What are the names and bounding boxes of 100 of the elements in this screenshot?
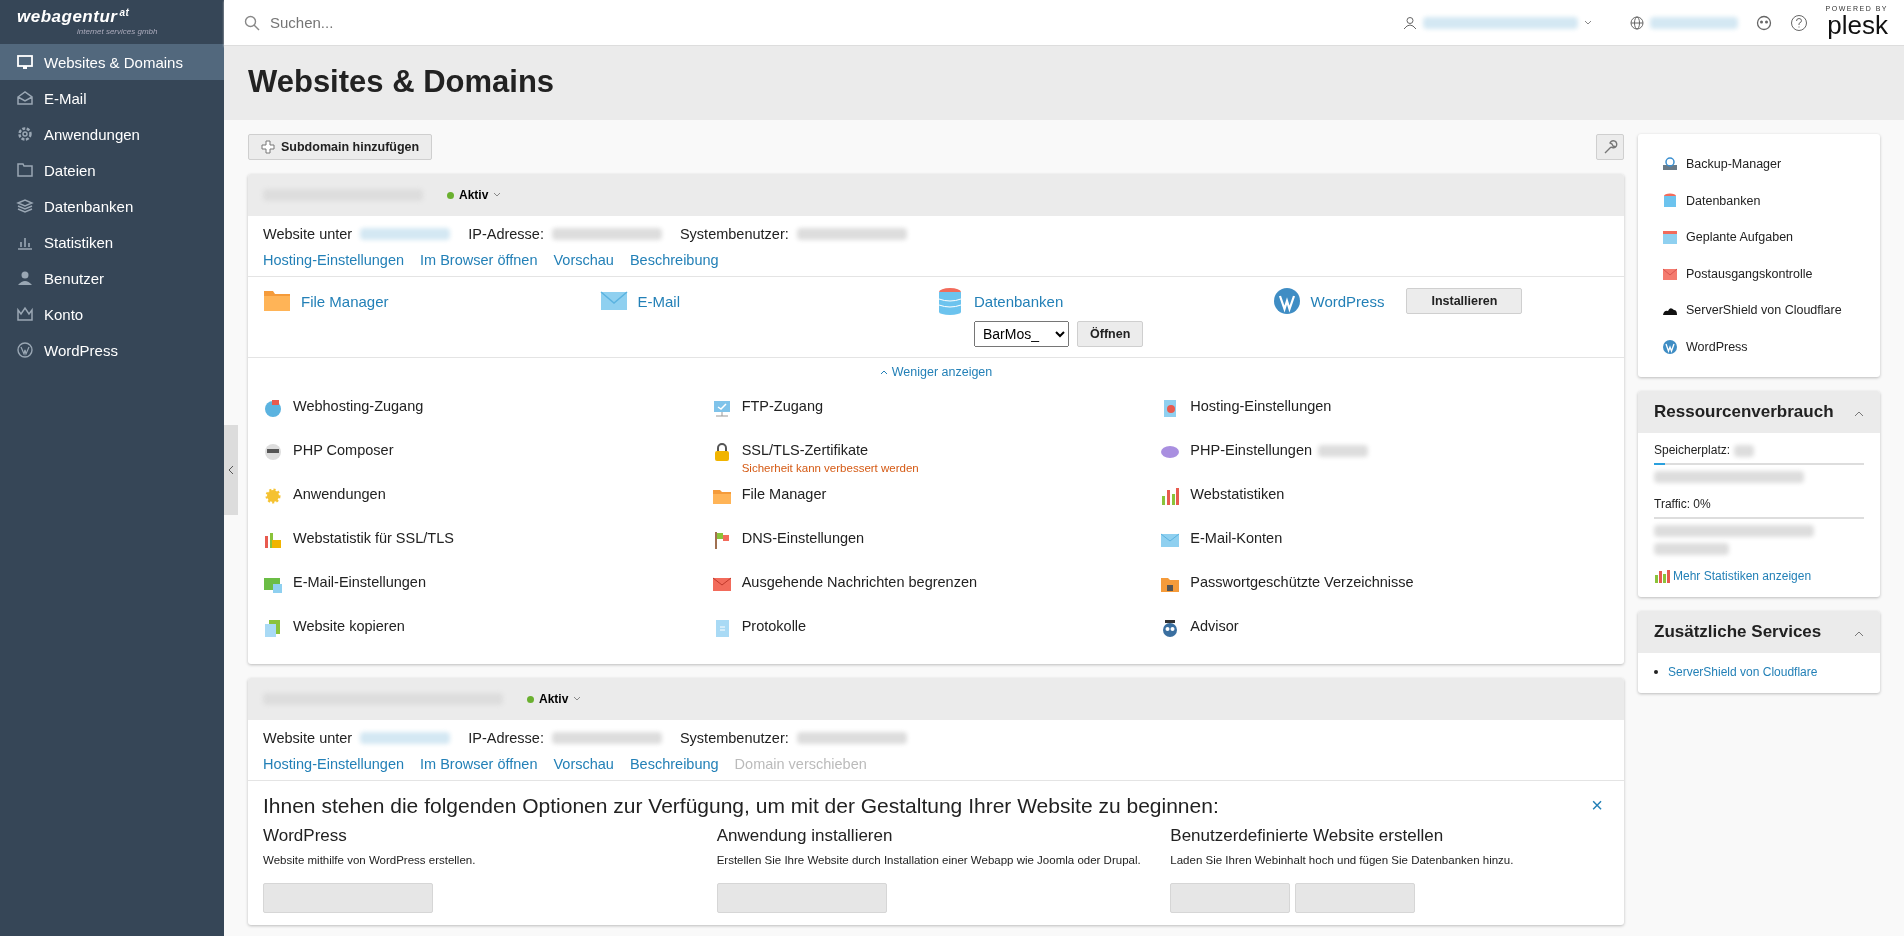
logo-text: webagentur	[17, 8, 118, 25]
options-heading: Ihnen stehen die folgenden Optionen zur Verfügung, um mit der Gestaltung Ihrer Website zu beginnen:	[263, 793, 1219, 818]
crown-icon	[16, 305, 34, 323]
sidebar-item[interactable]: Datenbanken	[0, 188, 224, 224]
option-description: Website mithilfe von WordPress erstellen.	[263, 853, 477, 868]
tool-link[interactable]: Ausgehende Nachrichten begrenzen	[741, 574, 978, 590]
calendar-icon	[1662, 229, 1678, 246]
tool-link[interactable]: E-Mail-Konten	[1190, 530, 1283, 546]
domain-link[interactable]: Vorschau	[553, 252, 614, 268]
domain-link[interactable]: Hosting-Einstellungen	[263, 756, 405, 772]
status-dropdown[interactable]: Aktiv	[441, 187, 508, 203]
tool-link[interactable]: Advisor	[1190, 618, 1239, 634]
sidebar-item[interactable]: Benutzer	[0, 260, 224, 296]
database-icon	[1662, 192, 1678, 209]
app-link[interactable]: File Manager	[301, 292, 389, 310]
database-select[interactable]: BarMos_	[974, 321, 1069, 347]
monitor-icon	[16, 53, 34, 71]
bullet-icon	[1654, 670, 1658, 674]
monitor-check-icon	[711, 398, 732, 418]
tools-button[interactable]	[1596, 134, 1624, 160]
caret-icon[interactable]	[1583, 19, 1592, 26]
add-subdomain-button[interactable]: Subdomain hinzufügen	[248, 134, 433, 160]
sidebar-item[interactable]: Konto	[0, 296, 224, 332]
option-description: Erstellen Sie Ihre Website durch Installation einer Webapp wie Joomla oder Drupal.	[716, 853, 1142, 868]
quick-link[interactable]: Datenbanken	[1662, 182, 1880, 219]
tool-link[interactable]: E-Mail-Einstellungen	[293, 574, 426, 590]
tool-link[interactable]: Protokolle	[741, 618, 807, 634]
tool-link[interactable]: File Manager	[741, 486, 827, 502]
open-button[interactable]: Öffnen	[1077, 321, 1144, 347]
info-label: Website unter	[263, 226, 353, 242]
search-icon	[244, 14, 260, 31]
close-button[interactable]: ×	[1585, 793, 1609, 818]
tool-link[interactable]: Passwortgeschützte Verzeichnisse	[1190, 574, 1414, 590]
tool-link[interactable]: SSL/TLS-Zertifikate	[741, 442, 869, 458]
logo-tagline: internet services gmbh	[77, 27, 159, 36]
quick-link[interactable]: ServerShield von Cloudflare	[1662, 292, 1880, 329]
globe-flag-icon	[263, 398, 283, 418]
help-icon[interactable]	[1789, 13, 1808, 32]
tool-link[interactable]: Anwendungen	[293, 486, 386, 502]
chevron-icon	[1854, 630, 1864, 637]
plus-icon	[261, 140, 275, 154]
app-link[interactable]: Datenbanken	[974, 292, 1064, 310]
caret-icon	[573, 696, 582, 702]
status-dropdown[interactable]: Aktiv	[521, 691, 588, 707]
sidebar-item[interactable]: Dateien	[0, 152, 224, 188]
sidebar-item[interactable]: Websites & Domains	[0, 44, 224, 80]
sidebar-item[interactable]: WordPress	[0, 332, 224, 368]
domain-link[interactable]: Beschreibung	[629, 252, 719, 268]
sidebar-item[interactable]: Statistiken	[0, 224, 224, 260]
database-icon	[936, 287, 964, 315]
chevron-icon	[879, 369, 888, 375]
bar-chart-icon	[1160, 486, 1181, 506]
tool-link[interactable]: PHP Composer	[293, 442, 394, 458]
domain-link[interactable]: Beschreibung	[629, 756, 719, 772]
tool-link[interactable]: DNS-Einstellungen	[741, 530, 865, 546]
blurred-text	[1734, 444, 1755, 457]
option-title: WordPress	[263, 826, 348, 846]
domain-link[interactable]: Im Browser öffnen	[420, 756, 538, 772]
mask-icon[interactable]	[1755, 14, 1772, 31]
wordpress-icon	[16, 341, 34, 359]
service-link[interactable]: ServerShield von Cloudflare	[1668, 665, 1818, 679]
tool-link[interactable]: Webhosting-Zugang	[293, 398, 424, 414]
tool-link[interactable]: Webstatistik für SSL/TLS	[293, 530, 454, 546]
chevron-icon	[1854, 410, 1864, 417]
person-icon	[16, 269, 34, 287]
domain-link[interactable]: Im Browser öffnen	[420, 252, 538, 268]
envelope-icon	[16, 89, 34, 107]
app-link[interactable]: WordPress	[1310, 292, 1385, 310]
tool-link[interactable]: PHP-Einstellungen	[1190, 442, 1313, 458]
domain-link[interactable]: Hosting-Einstellungen	[263, 252, 405, 268]
quick-link[interactable]: Postausgangskontrolle	[1662, 255, 1880, 292]
bar-chart-icon	[1654, 569, 1670, 583]
hard-drive-icon	[1662, 156, 1678, 173]
tool-link[interactable]: Website kopieren	[293, 618, 405, 634]
tool-link[interactable]: FTP-Zugang	[741, 398, 824, 414]
tool-link[interactable]: Webstatistiken	[1190, 486, 1285, 502]
tool-link[interactable]: Hosting-Einstellungen	[1190, 398, 1332, 414]
page-title: Websites & Domains	[248, 64, 556, 100]
user-icon	[1402, 15, 1417, 30]
quick-link[interactable]: Backup-Manager	[1662, 146, 1880, 183]
folder-icon	[16, 161, 34, 179]
quick-link[interactable]: WordPress	[1662, 328, 1880, 365]
domain-link[interactable]: Vorschau	[553, 756, 614, 772]
install-button[interactable]: Installieren	[1406, 288, 1523, 314]
wrench-icon	[1602, 139, 1618, 155]
info-label: Website unter	[263, 730, 353, 746]
sidebar-collapse-handle[interactable]	[224, 425, 238, 515]
chart-lock-icon	[263, 530, 283, 550]
layers-icon	[16, 197, 34, 215]
app-link[interactable]: E-Mail	[637, 292, 680, 310]
disk-usage-label: Speicherplatz:	[1654, 443, 1731, 457]
globe-icon[interactable]	[1629, 15, 1644, 30]
show-less-toggle[interactable]: Weniger anzeigen	[873, 364, 999, 380]
wordpress-icon	[1272, 287, 1301, 315]
quick-link[interactable]: Geplante Aufgaben	[1662, 219, 1880, 256]
sidebar-item[interactable]: E-Mail	[0, 80, 224, 116]
option-description: Laden Sie Ihren Webinhalt hoch und fügen Sie Datenbanken hinzu.	[1170, 853, 1515, 868]
info-label: Systembenutzer:	[679, 226, 789, 242]
more-statistics-link[interactable]: Mehr Statistiken anzeigen	[1654, 569, 1864, 583]
sidebar-item[interactable]: Anwendungen	[0, 116, 224, 152]
